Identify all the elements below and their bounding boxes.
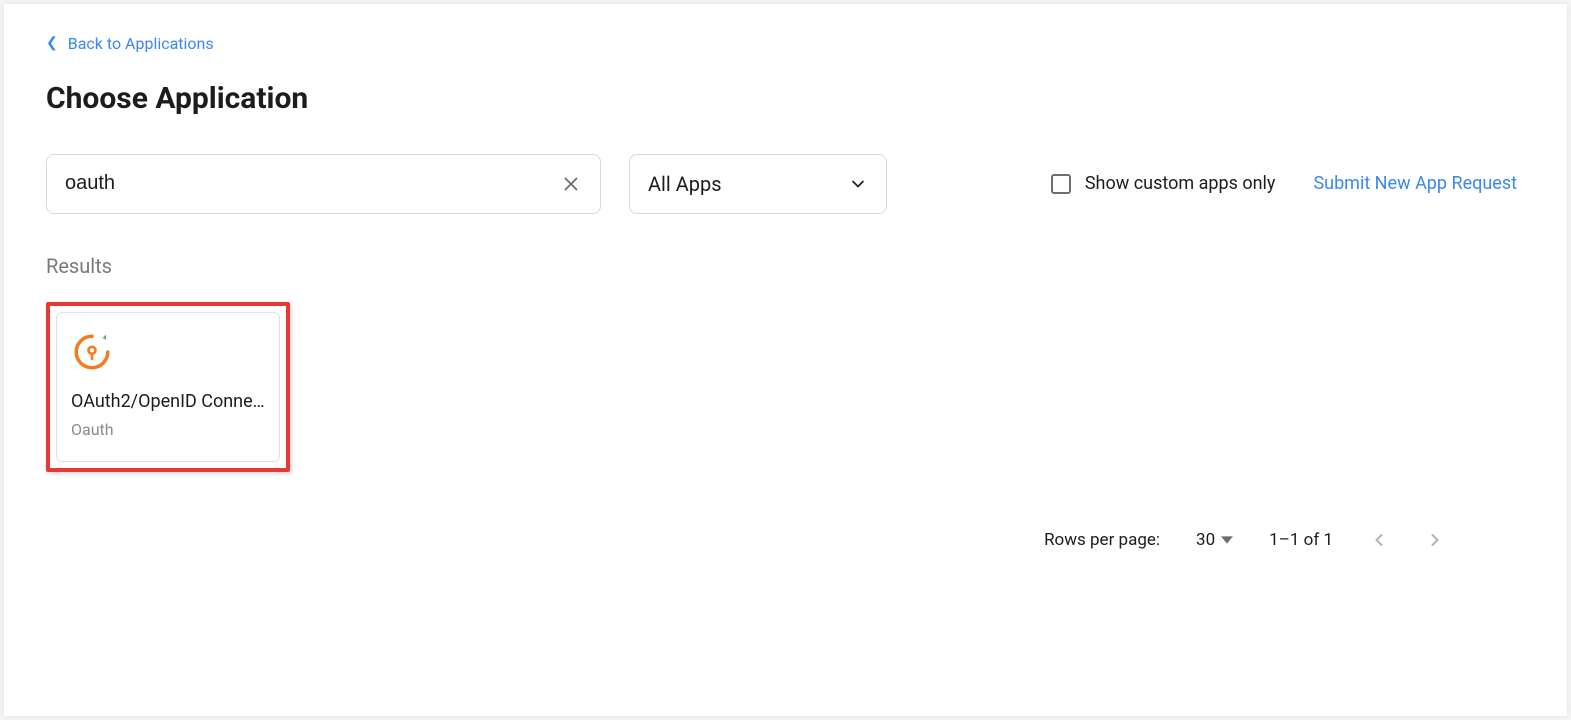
chevron-left-icon <box>1369 530 1389 550</box>
search-box[interactable] <box>46 154 601 214</box>
result-card-oauth[interactable]: OAuth2/OpenID Connect Oauth <box>56 312 280 462</box>
back-to-applications-link[interactable]: ❮ Back to Applications <box>46 34 214 53</box>
prev-page-button[interactable] <box>1369 530 1389 550</box>
submit-new-app-link[interactable]: Submit New App Request <box>1313 173 1517 194</box>
chevron-down-icon <box>848 174 868 194</box>
search-input[interactable] <box>65 172 560 195</box>
checkbox-icon <box>1051 174 1071 194</box>
show-custom-apps-checkbox[interactable]: Show custom apps only <box>1051 173 1276 194</box>
rows-per-page-value: 30 <box>1196 530 1215 550</box>
pagination: Rows per page: 30 1–1 of 1 <box>46 530 1525 550</box>
rows-per-page-label: Rows per page: <box>1044 530 1160 550</box>
results-heading: Results <box>46 254 1525 278</box>
caret-down-icon <box>1221 534 1233 546</box>
chevron-left-icon: ❮ <box>46 35 58 51</box>
chevron-right-icon <box>1425 530 1445 550</box>
filter-dropdown-label: All Apps <box>648 172 722 196</box>
back-link-label: Back to Applications <box>68 34 214 53</box>
pagination-range: 1–1 of 1 <box>1269 530 1333 550</box>
controls-row: All Apps Show custom apps only Submit Ne… <box>46 154 1525 214</box>
filter-dropdown[interactable]: All Apps <box>629 154 887 214</box>
next-page-button[interactable] <box>1425 530 1445 550</box>
rows-per-page-select[interactable]: 30 <box>1196 530 1233 550</box>
clear-search-button[interactable] <box>560 173 582 195</box>
page-title: Choose Application <box>46 81 1525 116</box>
oauth-app-icon <box>71 331 113 373</box>
checkbox-label: Show custom apps only <box>1085 173 1276 194</box>
result-card-title: OAuth2/OpenID Connect <box>71 391 265 412</box>
result-card-subtitle: Oauth <box>71 420 265 439</box>
close-icon <box>560 173 582 195</box>
result-card-highlight: OAuth2/OpenID Connect Oauth <box>46 302 290 472</box>
